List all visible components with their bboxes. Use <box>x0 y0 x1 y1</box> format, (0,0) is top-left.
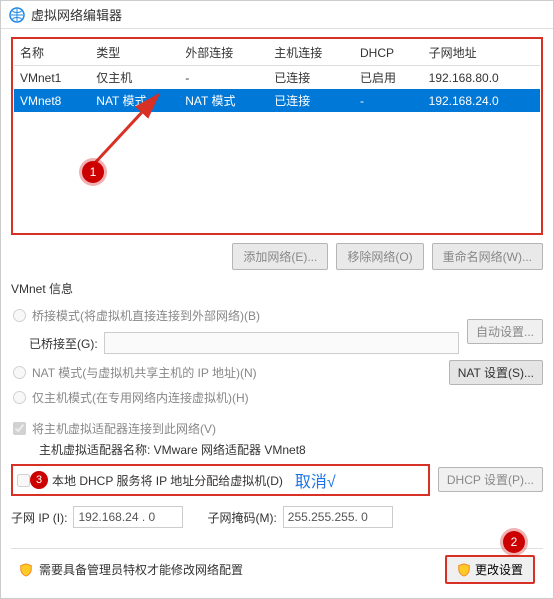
cell-subnet: 192.168.80.0 <box>423 66 540 90</box>
networks-table[interactable]: 名称 类型 外部连接 主机连接 DHCP 子网地址 VMnet1 仅主机 - 已… <box>14 40 540 232</box>
bridge-radio[interactable] <box>13 309 26 322</box>
col-type[interactable]: 类型 <box>90 40 179 66</box>
dhcp-settings-button[interactable]: DHCP 设置(P)... <box>438 467 543 492</box>
rename-network-button[interactable]: 重命名网络(W)... <box>432 243 543 270</box>
annotation-cancel-text: 取消√ <box>295 468 336 492</box>
cell-name: VMnet8 <box>14 89 90 112</box>
annotation-marker-2: 2 <box>503 531 525 553</box>
adapter-check-row: 将主机虚拟适配器连接到此网络(V) <box>11 416 543 441</box>
dhcp-checkbox[interactable] <box>17 474 30 487</box>
dhcp-check-row: 3 本地 DHCP 服务将 IP 地址分配给虚拟机(D) 取消√ <box>11 464 430 496</box>
subnet-ip-input[interactable] <box>73 506 183 528</box>
bridge-to-label: 已桥接至(G): <box>29 335 98 352</box>
hostonly-radio-label: 仅主机模式(在专用网络内连接虚拟机)(H) <box>32 389 249 406</box>
cell-host: 已连接 <box>268 89 354 112</box>
cell-dhcp: - <box>354 89 423 112</box>
dhcp-check-label: 本地 DHCP 服务将 IP 地址分配给虚拟机(D) <box>52 472 283 489</box>
table-row[interactable]: VMnet1 仅主机 - 已连接 已启用 192.168.80.0 <box>14 66 540 90</box>
cell-external: NAT 模式 <box>179 89 268 112</box>
bridge-to-row: 已桥接至(G): <box>29 332 459 354</box>
cell-subnet: 192.168.24.0 <box>423 89 540 112</box>
bridge-to-select[interactable] <box>104 332 459 354</box>
subnet-mask-input[interactable] <box>283 506 393 528</box>
cell-type: NAT 模式 <box>90 89 179 112</box>
adapter-check-label: 将主机虚拟适配器连接到此网络(V) <box>32 420 216 437</box>
change-settings-button[interactable]: 更改设置 <box>445 555 535 584</box>
vmnet-info-title: VMnet 信息 <box>11 280 543 297</box>
col-subnet[interactable]: 子网地址 <box>423 40 540 66</box>
nat-radio-label: NAT 模式(与虚拟机共享主机的 IP 地址)(N) <box>32 364 257 381</box>
cell-external: - <box>179 66 268 90</box>
networks-table-wrap: 名称 类型 外部连接 主机连接 DHCP 子网地址 VMnet1 仅主机 - 已… <box>11 37 543 235</box>
nat-radio[interactable] <box>13 366 26 379</box>
annotation-marker-1: 1 <box>82 161 104 183</box>
bridge-radio-label: 桥接模式(将虚拟机直接连接到外部网络)(B) <box>32 307 260 324</box>
cell-name: VMnet1 <box>14 66 90 90</box>
shield-icon <box>19 563 33 577</box>
auto-settings-button[interactable]: 自动设置... <box>467 319 543 344</box>
admin-warning-text: 需要具备管理员特权才能修改网络配置 <box>39 561 243 578</box>
shield-icon <box>457 563 471 577</box>
col-dhcp[interactable]: DHCP <box>354 40 423 66</box>
cell-host: 已连接 <box>268 66 354 90</box>
col-host[interactable]: 主机连接 <box>268 40 354 66</box>
vmnet-info: VMnet 信息 桥接模式(将虚拟机直接连接到外部网络)(B) 已桥接至(G):… <box>11 280 543 528</box>
subnet-ip-label: 子网 IP (I): <box>11 509 67 526</box>
table-buttons: 添加网络(E)... 移除网络(O) 重命名网络(W)... <box>11 243 543 270</box>
nat-radio-row: NAT 模式(与虚拟机共享主机的 IP 地址)(N) <box>11 360 441 385</box>
subnet-mask-label: 子网掩码(M): <box>207 509 276 526</box>
annotation-marker-3: 3 <box>30 471 48 489</box>
remove-network-button[interactable]: 移除网络(O) <box>336 243 423 270</box>
bridge-radio-row: 桥接模式(将虚拟机直接连接到外部网络)(B) <box>11 303 459 328</box>
col-external[interactable]: 外部连接 <box>179 40 268 66</box>
content: 名称 类型 外部连接 主机连接 DHCP 子网地址 VMnet1 仅主机 - 已… <box>1 29 553 598</box>
col-name[interactable]: 名称 <box>14 40 90 66</box>
hostonly-radio[interactable] <box>13 391 26 404</box>
hostonly-radio-row: 仅主机模式(在专用网络内连接虚拟机)(H) <box>11 385 543 410</box>
titlebar: 虚拟网络编辑器 <box>1 1 553 29</box>
add-network-button[interactable]: 添加网络(E)... <box>232 243 328 270</box>
table-header-row: 名称 类型 外部连接 主机连接 DHCP 子网地址 <box>14 40 540 66</box>
footer: 需要具备管理员特权才能修改网络配置 更改设置 2 <box>11 548 543 590</box>
adapter-checkbox[interactable] <box>13 422 26 435</box>
window-title: 虚拟网络编辑器 <box>31 5 122 24</box>
window: 虚拟网络编辑器 名称 类型 外部连接 主机连接 DHCP 子网地址 VMn <box>0 0 554 599</box>
table-row-selected[interactable]: VMnet8 NAT 模式 NAT 模式 已连接 - 192.168.24.0 <box>14 89 540 112</box>
nat-settings-button[interactable]: NAT 设置(S)... <box>449 360 543 385</box>
app-icon <box>9 7 25 23</box>
change-settings-label: 更改设置 <box>475 561 523 578</box>
subnet-row: 子网 IP (I): 子网掩码(M): <box>11 506 543 528</box>
admin-warning: 需要具备管理员特权才能修改网络配置 <box>19 561 243 578</box>
adapter-name-label: 主机虚拟适配器名称: VMware 网络适配器 VMnet8 <box>39 441 543 458</box>
cell-type: 仅主机 <box>90 66 179 90</box>
cell-dhcp: 已启用 <box>354 66 423 90</box>
